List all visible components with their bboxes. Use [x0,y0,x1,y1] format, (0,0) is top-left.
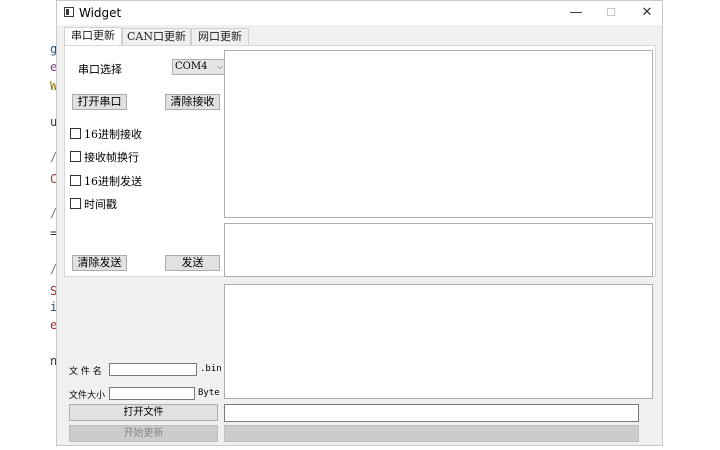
file-size-label: 文件大小 [69,391,106,401]
file-size-suffix: Byte [198,388,220,398]
file-name-suffix: .bin [200,364,222,374]
checkbox-label: 时间戳 [84,198,117,211]
hex-receive-checkbox[interactable]: 16进制接收 [70,128,142,142]
tab-can-update[interactable]: CAN口更新 [122,28,191,45]
tab-network-update[interactable]: 网口更新 [191,28,249,45]
file-path-input[interactable] [224,404,639,422]
open-port-button[interactable]: 打开串口 [72,94,127,110]
clear-send-button[interactable]: 清除发送 [72,255,127,271]
update-progress-bar [224,425,639,442]
checkbox-label: 接收帧换行 [84,151,139,164]
widget-window: Widget — ☐ ✕ 串口更新 CAN口更新 网口更新 串口选择 COM4 … [56,0,663,446]
checkbox-box [70,198,81,209]
maximize-button[interactable]: ☐ [594,1,628,25]
port-select-dropdown[interactable]: COM4 ⌵ [172,59,227,75]
minimize-button[interactable]: — [559,1,593,25]
checkbox-box [70,175,81,186]
file-size-input[interactable] [109,387,195,400]
port-select-label: 串口选择 [78,63,122,76]
file-name-input[interactable] [109,363,197,376]
port-select-value: COM4 [175,61,208,72]
file-name-label: 文 件 名 [69,367,102,377]
window-title: Widget [79,6,122,20]
close-button[interactable]: ✕ [630,1,664,25]
checkbox-box [70,151,81,162]
app-window-icon [64,7,74,17]
timestamp-checkbox[interactable]: 时间戳 [70,198,117,212]
send-textarea[interactable] [224,223,653,277]
clear-receive-button[interactable]: 清除接收 [165,94,220,110]
frame-newline-checkbox[interactable]: 接收帧换行 [70,151,139,165]
checkbox-box [70,128,81,139]
receive-textarea[interactable] [224,50,653,218]
checkbox-label: 16进制发送 [84,175,142,188]
open-file-button[interactable]: 打开文件 [69,404,218,421]
chevron-down-icon: ⌵ [216,62,223,71]
send-button[interactable]: 发送 [165,255,220,271]
start-update-button[interactable]: 开始更新 [69,425,218,442]
title-bar[interactable]: Widget — ☐ ✕ [57,1,662,25]
tab-serial-update[interactable]: 串口更新 [64,27,122,46]
hex-send-checkbox[interactable]: 16进制发送 [70,175,142,189]
checkbox-label: 16进制接收 [84,128,142,141]
log-textarea[interactable] [224,284,653,399]
